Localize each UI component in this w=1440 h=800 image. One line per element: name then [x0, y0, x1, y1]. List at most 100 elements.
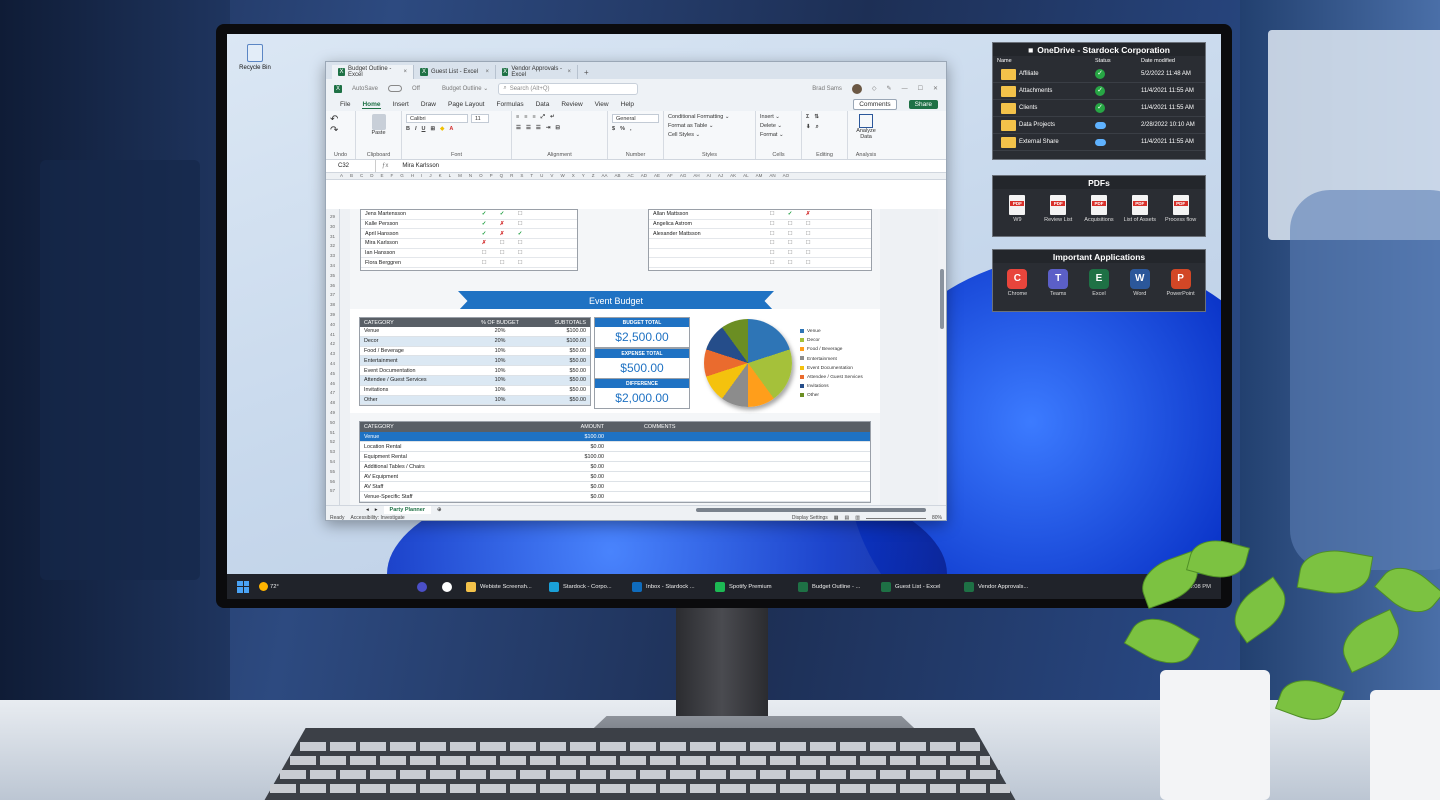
app-shortcut[interactable]: E Excel [1079, 269, 1119, 297]
name-box[interactable]: C32 [326, 160, 376, 172]
rsvp-mark[interactable]: ☐ [799, 231, 817, 237]
onedrive-row[interactable]: External Share 11/4/2021 11:55 AM [993, 134, 1205, 151]
column-header[interactable]: AN [769, 173, 775, 179]
indent-icon[interactable]: ⇥ [546, 125, 551, 131]
italic-icon[interactable]: I [415, 126, 417, 132]
fill-icon[interactable]: ⬇ [806, 124, 811, 131]
zoom-slider[interactable] [865, 517, 926, 519]
page-break-icon[interactable]: ▥ [855, 515, 860, 520]
table-row[interactable]: Attendee / Guest Services 10% $50.00 [360, 375, 590, 386]
column-header[interactable]: AC [628, 173, 634, 179]
table-row[interactable]: Mira Karlsson ✗ ☐ ☐ [361, 239, 577, 249]
font-color-icon[interactable]: A [449, 126, 453, 132]
rsvp-mark[interactable]: ☐ [763, 250, 781, 256]
menu-help[interactable]: Help [621, 101, 634, 108]
taskbar-item[interactable]: Spotify Premium [711, 577, 789, 597]
menu-formulas[interactable]: Formulas [497, 101, 524, 108]
column-header[interactable]: X [572, 173, 575, 179]
row-header[interactable]: 30 [326, 222, 339, 232]
rsvp-mark[interactable]: ☐ [493, 250, 511, 256]
pdf-item[interactable]: Acquisitions [1079, 195, 1119, 223]
bold-icon[interactable]: B [406, 126, 410, 132]
menu-page-layout[interactable]: Page Layout [448, 101, 485, 108]
horizontal-scrollbar[interactable] [696, 508, 926, 512]
column-header[interactable]: AB [614, 173, 620, 179]
row-header[interactable]: 50 [326, 418, 339, 428]
column-header[interactable]: F [391, 173, 394, 179]
autosum-icon[interactable]: Σ [806, 114, 809, 120]
rsvp-mark[interactable]: ☐ [763, 221, 781, 227]
rsvp-mark[interactable]: ☐ [493, 260, 511, 266]
formula-input[interactable]: Mira Karlsson [394, 163, 439, 169]
comments-button[interactable]: Comments [853, 99, 897, 110]
font-name-select[interactable]: Calibri [406, 114, 468, 123]
fill-color-icon[interactable]: ◆ [440, 126, 444, 132]
table-row[interactable]: ☐ ☐ ☐ [649, 258, 871, 269]
row-header[interactable]: 32 [326, 241, 339, 251]
row-header[interactable]: 39 [326, 310, 339, 320]
row-header[interactable]: 43 [326, 349, 339, 359]
pdf-item[interactable]: Review List [1038, 195, 1078, 223]
rsvp-mark[interactable]: ☐ [511, 260, 529, 266]
table-row[interactable]: ☐ ☐ ☐ [649, 249, 871, 259]
rsvp-mark[interactable]: ☐ [781, 221, 799, 227]
table-row[interactable]: AV Equipment $0.00 [360, 472, 870, 482]
column-header[interactable]: AE [654, 173, 660, 179]
table-row[interactable]: Food / Beverage 10% $50.00 [360, 347, 590, 357]
scroll-thumb[interactable] [940, 269, 944, 329]
taskbar-item[interactable]: Stardock - Corpo... [545, 577, 623, 597]
align-left-icon[interactable]: ☰ [516, 125, 521, 131]
rsvp-mark[interactable]: ☐ [493, 240, 511, 246]
insert-cells-button[interactable]: Insert ⌄ [760, 114, 797, 120]
row-header[interactable]: 45 [326, 369, 339, 379]
onedrive-row[interactable]: Clients ✓ 11/4/2021 11:55 AM [993, 100, 1205, 117]
rsvp-mark[interactable]: ☐ [781, 250, 799, 256]
pdf-item[interactable]: List of Assets [1120, 195, 1160, 223]
next-sheet-icon[interactable]: ▸ [375, 507, 378, 513]
column-header[interactable]: E [381, 173, 384, 179]
minimize-icon[interactable]: — [902, 86, 908, 92]
wrap-text-icon[interactable]: ↵ [550, 114, 555, 121]
accessibility-status[interactable]: Accessibility: Investigate [350, 515, 404, 520]
column-header[interactable]: O [479, 173, 483, 179]
column-header[interactable]: AJ [718, 173, 723, 179]
column-header[interactable]: AK [730, 173, 736, 179]
app-shortcut[interactable]: P PowerPoint [1161, 269, 1201, 297]
column-header[interactable]: Y [582, 173, 585, 179]
column-header[interactable]: AG [680, 173, 687, 179]
rsvp-mark[interactable]: ☐ [511, 240, 529, 246]
table-row[interactable]: Venue $100.00 [360, 432, 870, 442]
menu-review[interactable]: Review [561, 101, 582, 108]
redo-icon[interactable]: ↷ [330, 125, 351, 136]
delete-cells-button[interactable]: Delete ⌄ [760, 123, 797, 129]
table-row[interactable]: Entertainment 10% $50.00 [360, 356, 590, 367]
menu-insert[interactable]: Insert [393, 101, 409, 108]
table-row[interactable]: AV Staff $0.00 [360, 482, 870, 492]
rsvp-mark[interactable]: ☐ [781, 231, 799, 237]
pdf-item[interactable]: Process flow [1161, 195, 1201, 223]
table-row[interactable]: Alexander Mattsson ☐ ☐ ☐ [649, 229, 871, 240]
column-header[interactable]: J [429, 173, 431, 179]
rsvp-mark[interactable]: ☐ [475, 250, 493, 256]
rsvp-mark[interactable]: ☐ [781, 260, 799, 266]
column-header[interactable]: P [490, 173, 493, 179]
onedrive-row[interactable]: Attachments ✓ 11/4/2021 11:55 AM [993, 83, 1205, 100]
pen-icon[interactable]: ✎ [887, 85, 892, 92]
column-header[interactable]: U [540, 173, 543, 179]
column-header[interactable]: AH [693, 173, 699, 179]
column-header[interactable]: AF [667, 173, 673, 179]
underline-icon[interactable]: U [422, 126, 426, 132]
column-header[interactable]: AL [743, 173, 749, 179]
format-as-table-button[interactable]: Format as Table ⌄ [668, 123, 751, 129]
tab-budget-outline[interactable]: X Budget Outline - Excel × [332, 65, 414, 79]
column-header[interactable]: L [449, 173, 452, 179]
menu-file[interactable]: File [340, 101, 350, 108]
fx-icon[interactable]: ƒx [376, 163, 394, 169]
align-bottom-icon[interactable]: ≡ [532, 114, 535, 121]
weather-widget[interactable]: 72° [259, 582, 279, 591]
table-row[interactable]: Angelica Astrom ☐ ☐ ☐ [649, 220, 871, 230]
close-icon[interactable]: × [403, 69, 407, 75]
rsvp-mark[interactable]: ☐ [475, 260, 493, 266]
menu-draw[interactable]: Draw [421, 101, 436, 108]
paste-icon[interactable] [371, 114, 386, 130]
